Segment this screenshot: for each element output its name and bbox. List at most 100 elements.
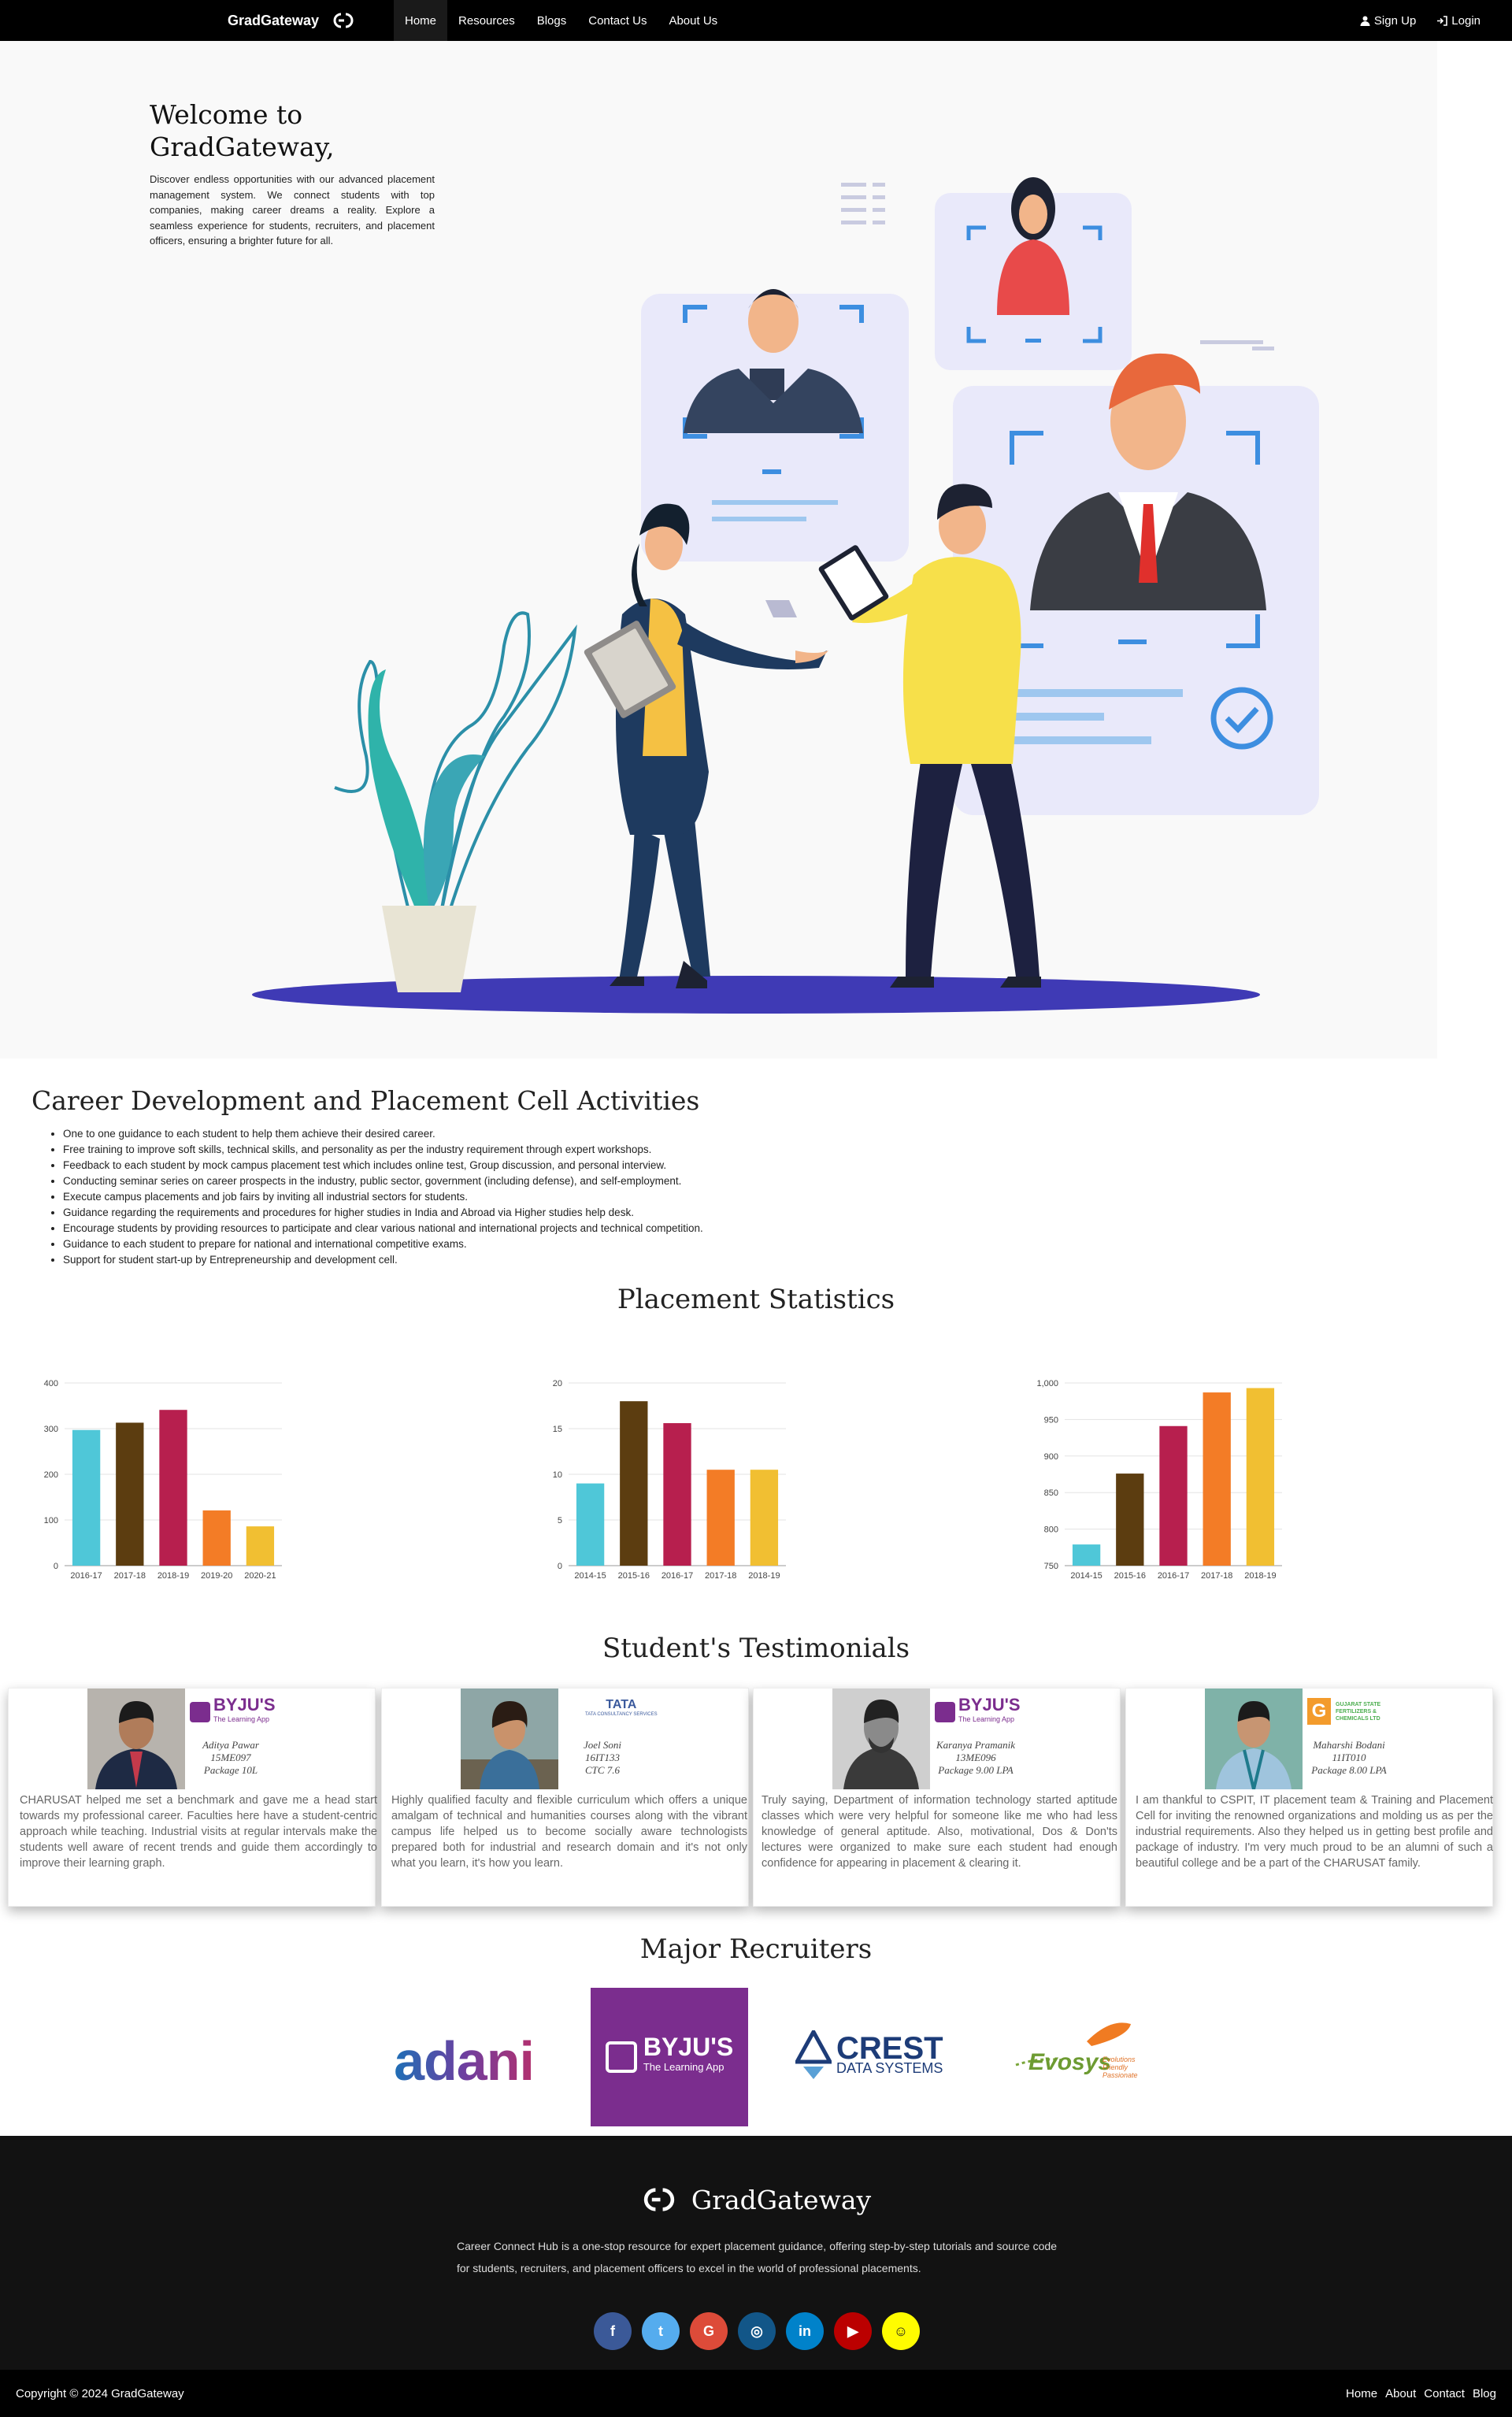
placement-chart-1: 0 100 200 300 400 2016-17 2017-18 2018-19 2019-2…	[44, 1379, 282, 1581]
company-logo: BYJU'S The Learning App	[190, 1695, 276, 1726]
student-name: Aditya Pawar	[202, 1739, 259, 1751]
byjus-logo-icon	[190, 1702, 210, 1722]
company-sub: The Learning App	[958, 1715, 1015, 1723]
bar	[576, 1483, 605, 1566]
testimonial-text: I am thankful to CSPIT, IT placement tea…	[1136, 1794, 1493, 1870]
instagram-icon[interactable]: ◎	[738, 2312, 776, 2350]
bar	[1072, 1544, 1101, 1566]
hero-illustration	[252, 177, 1319, 1014]
nav-blogs[interactable]: Blogs	[526, 0, 578, 41]
bar	[246, 1526, 275, 1566]
student-id: 16IT133	[584, 1752, 621, 1763]
x-tick-label: 2018-19	[1244, 1571, 1276, 1581]
byjus-logo-icon	[935, 1702, 955, 1722]
company-logo: BYJU'S The Learning App	[935, 1696, 1021, 1726]
byjus-name: BYJU'S	[643, 2033, 734, 2061]
byjus-sub: The Learning App	[643, 2061, 724, 2073]
bar	[1246, 1388, 1275, 1566]
x-tick-label: 2014-15	[1070, 1571, 1102, 1581]
student-name: Maharshi Bodani	[1313, 1739, 1385, 1751]
company-name: BYJU'S	[213, 1695, 276, 1715]
y-tick-label: 950	[1044, 1415, 1058, 1425]
woman-illustration	[584, 503, 828, 988]
y-tick-label: 900	[1044, 1452, 1058, 1462]
footer-link-contact[interactable]: Contact	[1424, 2387, 1465, 2400]
x-tick-label: 2017-18	[114, 1571, 146, 1581]
google-icon[interactable]: G	[690, 2312, 728, 2350]
login-link[interactable]: Login	[1436, 14, 1480, 28]
x-tick-label: 2014-15	[574, 1571, 606, 1581]
nav-about[interactable]: About Us	[658, 0, 728, 41]
testimonial-card: BYJU'S The Learning App Aditya Pawar 15M…	[8, 1688, 377, 1907]
login-label: Login	[1451, 13, 1480, 28]
recruiter-logo-adani: adani	[381, 2026, 547, 2096]
student-info: Maharshi Bodani 11IT010 Package 8.00 LPA	[1306, 1739, 1392, 1777]
footer-brand[interactable]: GradGateway	[0, 2182, 1512, 2218]
social-links: f t G ◎ in ▶ ☺	[594, 2312, 920, 2350]
student-info: Karanya Pramanik 13ME096 Package 9.00 LP…	[928, 1739, 1023, 1777]
testimonial-text: CHARUSAT helped me set a benchmark and g…	[20, 1794, 377, 1870]
user-icon	[1360, 16, 1370, 26]
footer-link-about[interactable]: About	[1385, 2387, 1416, 2400]
adani-logo: adani	[394, 2030, 535, 2092]
student-name: Karanya Pramanik	[936, 1739, 1016, 1751]
student-photo	[87, 1689, 185, 1789]
footer-link-blog[interactable]: Blog	[1473, 2387, 1496, 2400]
student-info: Aditya Pawar 15ME097 Package 10L	[191, 1739, 270, 1777]
student-name: Joel Soni	[583, 1739, 621, 1751]
nav-auth: Sign Up Login	[1360, 0, 1480, 41]
brand-name: GradGateway	[228, 12, 320, 28]
footer-brand-name: GradGateway	[691, 2184, 872, 2215]
crest-logo-icon	[795, 2030, 832, 2079]
linkedin-icon[interactable]: in	[786, 2312, 824, 2350]
sign-in-icon	[1437, 15, 1448, 26]
bar	[706, 1470, 735, 1566]
company-name: GUJARAT STATE FERTILIZERS & CHEMICALS LT…	[1336, 1701, 1381, 1722]
nav-resources[interactable]: Resources	[447, 0, 526, 41]
x-tick-label: 2016-17	[662, 1571, 693, 1581]
x-tick-label: 2019-20	[201, 1571, 232, 1581]
student-id: 13ME096	[955, 1752, 996, 1763]
y-tick-label: 300	[44, 1425, 58, 1434]
bar	[1159, 1425, 1188, 1566]
list-item: Guidance regarding the requirements and …	[63, 1205, 703, 1221]
bottom-bar: Copyright © 2024 GradGateway Home About …	[0, 2370, 1512, 2417]
student-id: 11IT010	[1332, 1752, 1366, 1763]
testimonial-card: BYJU'S The Learning App Karanya Pramanik…	[753, 1688, 1121, 1907]
y-tick-label: 800	[1044, 1525, 1058, 1535]
list-item: Feedback to each student by mock campus …	[63, 1158, 703, 1173]
x-tick-label: 2018-19	[158, 1571, 189, 1581]
bar	[1116, 1474, 1144, 1566]
student-info: Joel Soni 16IT133 CTC 7.6	[563, 1739, 642, 1777]
x-tick-label: 2015-16	[618, 1571, 650, 1581]
footer-link-home[interactable]: Home	[1346, 2387, 1377, 2400]
profile-card-woman	[935, 177, 1132, 370]
nav-home[interactable]: Home	[394, 0, 448, 41]
brand[interactable]: GradGateway	[228, 0, 355, 41]
company-sub: TATA CONSULTANCY SERVICES	[585, 1712, 658, 1717]
y-tick-label: 0	[54, 1562, 58, 1571]
nav-contact[interactable]: Contact Us	[577, 0, 658, 41]
footer-links: Home About Contact Blog	[1346, 2387, 1496, 2400]
signup-link[interactable]: Sign Up	[1360, 14, 1416, 28]
y-tick-label: 20	[553, 1379, 562, 1388]
y-tick-label: 15	[553, 1425, 562, 1434]
bar	[620, 1401, 648, 1566]
snapchat-icon[interactable]: ☺	[882, 2312, 920, 2350]
bar	[750, 1470, 779, 1566]
student-photo	[461, 1689, 558, 1789]
x-tick-label: 2015-16	[1114, 1571, 1146, 1581]
twitter-icon[interactable]: t	[642, 2312, 680, 2350]
recruiter-logo-byjus: BYJU'S The Learning App	[591, 1988, 748, 2126]
y-tick-label: 200	[44, 1470, 58, 1480]
y-tick-label: 1,000	[1036, 1379, 1058, 1388]
testimonial-text: Highly qualified faculty and flexible cu…	[391, 1794, 747, 1870]
nav-links: Home Resources Blogs Contact Us About Us	[394, 0, 728, 41]
y-tick-label: 5	[558, 1516, 562, 1525]
y-tick-label: 750	[1044, 1562, 1058, 1571]
y-tick-label: 100	[44, 1516, 58, 1525]
testimonials-title: Student's Testimonials	[602, 1633, 910, 1664]
company-logo: TATA TATA CONSULTANCY SERVICES	[585, 1698, 658, 1717]
youtube-icon[interactable]: ▶	[834, 2312, 872, 2350]
facebook-icon[interactable]: f	[594, 2312, 632, 2350]
